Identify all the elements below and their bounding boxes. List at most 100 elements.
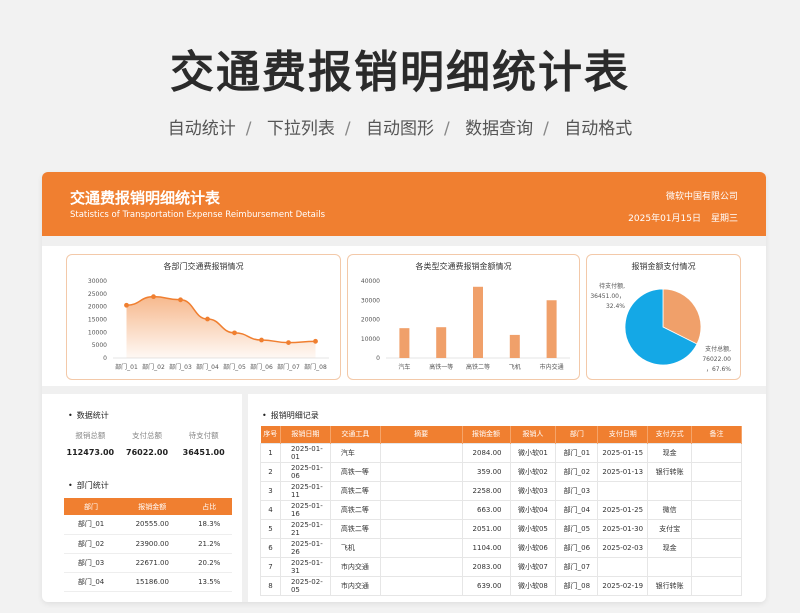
dept-area-chart[interactable]: 各部门交通费报销情况 0 5000 10000 15000 20000 25000 3000… xyxy=(66,254,341,380)
table-cell[interactable]: 市内交通 xyxy=(329,575,381,596)
table-cell[interactable]: 2025-01-30 xyxy=(597,518,649,539)
table-cell[interactable]: 部门_08 xyxy=(555,575,599,596)
table-row[interactable]: 3 2025-01-11 高铁二等 2258.00 微小软03 部门_03 xyxy=(260,480,742,501)
table-cell[interactable]: 支付宝 xyxy=(647,518,693,539)
table-cell[interactable]: 部门_03 xyxy=(64,553,119,573)
table-cell[interactable]: 5 xyxy=(260,518,281,539)
table-cell[interactable]: 8 xyxy=(260,575,281,596)
table-cell[interactable] xyxy=(691,480,742,501)
table-cell[interactable]: 微小软03 xyxy=(509,480,557,501)
table-row[interactable]: 1 2025-01-01 汽车 2084.00 微小软01 部门_01 2025-01-15… xyxy=(260,442,742,463)
table-cell[interactable]: 现金 xyxy=(647,442,693,463)
table-cell[interactable]: 2025-01-26 xyxy=(279,537,331,558)
column-header[interactable]: 摘要 xyxy=(380,426,463,443)
table-cell[interactable]: 2258.00 xyxy=(461,480,511,501)
payment-pie-chart[interactable]: 报销金额支付情况 待支付额, 36451.00， 32.4% 支付总额, 76022.0… xyxy=(586,254,741,380)
table-cell[interactable]: 微小软05 xyxy=(509,518,557,539)
table-cell[interactable]: 4 xyxy=(260,499,281,520)
table-cell[interactable] xyxy=(691,518,742,539)
table-cell[interactable]: 18.3% xyxy=(186,515,232,535)
column-header[interactable]: 支付日期 xyxy=(597,426,649,443)
table-row[interactable]: 5 2025-01-21 高铁二等 2051.00 微小软05 部门_05 2025-01-… xyxy=(260,518,742,539)
column-header[interactable]: 报销人 xyxy=(510,426,557,443)
table-row[interactable]: 8 2025-02-05 市内交通 639.00 微小软08 部门_08 2025-02-1… xyxy=(260,575,742,596)
table-cell[interactable]: 20.2% xyxy=(186,553,232,573)
table-cell[interactable]: 2025-01-16 xyxy=(279,499,331,520)
table-cell[interactable]: 部门_05 xyxy=(555,518,599,539)
table-cell[interactable] xyxy=(597,480,649,501)
table-cell[interactable]: 1104.00 xyxy=(461,537,511,558)
table-cell[interactable]: 部门_04 xyxy=(555,499,599,520)
table-cell[interactable]: 2025-01-06 xyxy=(279,461,331,482)
table-cell[interactable]: 2083.00 xyxy=(461,556,511,577)
table-row[interactable]: 部门_02 23900.00 21.2% xyxy=(64,534,232,554)
table-cell[interactable] xyxy=(691,556,742,577)
table-cell[interactable]: 汽车 xyxy=(329,442,381,463)
table-cell[interactable]: 20555.00 xyxy=(118,515,187,535)
table-cell[interactable]: 微小软04 xyxy=(509,499,557,520)
table-cell[interactable]: 2051.00 xyxy=(461,518,511,539)
table-cell[interactable]: 部门_02 xyxy=(64,534,119,554)
column-header[interactable]: 交通工具 xyxy=(330,426,381,443)
table-cell[interactable]: 2025-01-21 xyxy=(279,518,331,539)
table-cell[interactable]: 部门_01 xyxy=(555,442,599,463)
table-cell[interactable]: 359.00 xyxy=(461,461,511,482)
table-cell[interactable]: 21.2% xyxy=(186,534,232,554)
table-cell[interactable] xyxy=(379,442,463,463)
table-cell[interactable]: 2025-01-13 xyxy=(597,461,649,482)
table-cell[interactable]: 2025-01-01 xyxy=(279,442,331,463)
table-cell[interactable]: 2025-01-15 xyxy=(597,442,649,463)
table-cell[interactable]: 部门_07 xyxy=(555,556,599,577)
column-header[interactable]: 报销日期 xyxy=(280,426,331,443)
table-row[interactable]: 2 2025-01-06 高铁一等 359.00 微小软02 部门_02 2025-01-1… xyxy=(260,461,742,482)
column-header[interactable]: 备注 xyxy=(691,426,742,443)
table-cell[interactable]: 高铁二等 xyxy=(329,499,381,520)
table-cell[interactable]: 银行转账 xyxy=(647,461,693,482)
column-header[interactable]: 部门 xyxy=(555,426,599,443)
table-row[interactable]: 部门_03 22671.00 20.2% xyxy=(64,553,232,573)
table-cell[interactable]: 15186.00 xyxy=(118,572,187,592)
table-cell[interactable]: 部门_01 xyxy=(64,515,119,535)
table-cell[interactable] xyxy=(647,480,693,501)
table-cell[interactable]: 部门_04 xyxy=(64,572,119,592)
table-cell[interactable]: 市内交通 xyxy=(329,556,381,577)
table-cell[interactable] xyxy=(691,537,742,558)
table-cell[interactable] xyxy=(691,499,742,520)
table-cell[interactable] xyxy=(379,556,463,577)
table-cell[interactable] xyxy=(379,480,463,501)
table-row[interactable]: 4 2025-01-16 高铁二等 663.00 微小软04 部门_04 2025-01-2… xyxy=(260,499,742,520)
table-cell[interactable]: 飞机 xyxy=(329,537,381,558)
table-row[interactable]: 6 2025-01-26 飞机 1104.00 微小软06 部门_06 2025-02-03… xyxy=(260,537,742,558)
table-cell[interactable]: 2025-01-11 xyxy=(279,480,331,501)
table-cell[interactable]: 22671.00 xyxy=(118,553,187,573)
table-cell[interactable]: 6 xyxy=(260,537,281,558)
column-header[interactable]: 报销金额 xyxy=(462,426,511,443)
table-cell[interactable]: 高铁二等 xyxy=(329,518,381,539)
table-cell[interactable]: 2025-02-19 xyxy=(597,575,649,596)
table-cell[interactable]: 13.5% xyxy=(186,572,232,592)
table-cell[interactable]: 2084.00 xyxy=(461,442,511,463)
table-cell[interactable]: 微小软01 xyxy=(509,442,557,463)
table-cell[interactable]: 微信 xyxy=(647,499,693,520)
table-cell[interactable]: 部门_06 xyxy=(555,537,599,558)
table-cell[interactable]: 部门_03 xyxy=(555,480,599,501)
table-cell[interactable]: 1 xyxy=(260,442,281,463)
column-header[interactable]: 序号 xyxy=(260,426,281,443)
table-cell[interactable] xyxy=(379,575,463,596)
table-row[interactable]: 部门_01 20555.00 18.3% xyxy=(64,515,232,535)
table-row[interactable]: 部门_04 15186.00 13.5% xyxy=(64,572,232,592)
table-cell[interactable]: 639.00 xyxy=(461,575,511,596)
table-cell[interactable]: 高铁一等 xyxy=(329,461,381,482)
type-bar-chart[interactable]: 各类型交通费报销金额情况 0 10000 20000 30000 40000 汽车 高铁一等… xyxy=(347,254,580,380)
table-cell[interactable]: 微小软02 xyxy=(509,461,557,482)
table-cell[interactable]: 银行转账 xyxy=(647,575,693,596)
table-cell[interactable]: 2025-01-25 xyxy=(597,499,649,520)
table-cell[interactable]: 微小软08 xyxy=(509,575,557,596)
table-cell[interactable]: 现金 xyxy=(647,537,693,558)
table-cell[interactable]: 2025-01-31 xyxy=(279,556,331,577)
table-cell[interactable] xyxy=(691,575,742,596)
table-row[interactable]: 7 2025-01-31 市内交通 2083.00 微小软07 部门_07 xyxy=(260,556,742,577)
table-cell[interactable]: 7 xyxy=(260,556,281,577)
table-cell[interactable] xyxy=(379,537,463,558)
table-cell[interactable] xyxy=(691,442,742,463)
